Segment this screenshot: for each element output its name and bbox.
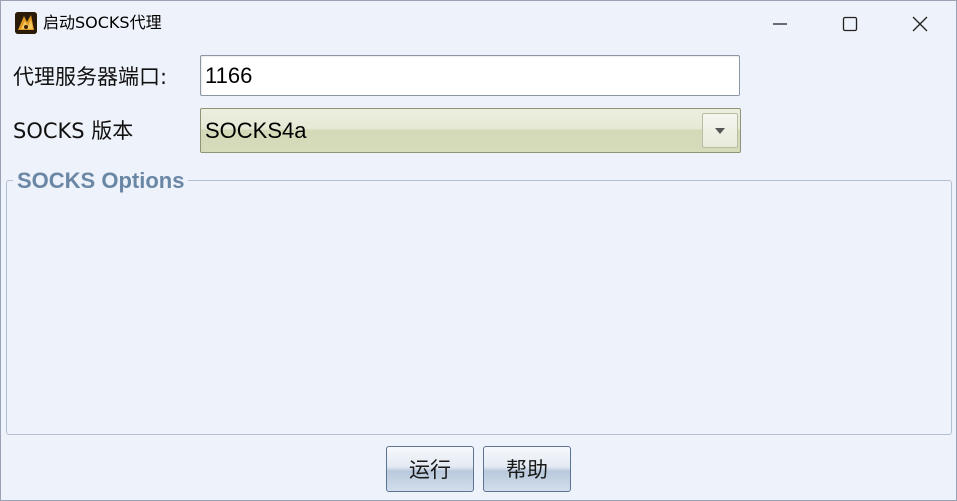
- dropdown-arrow-button[interactable]: [702, 113, 738, 148]
- socks-version-label: SOCKS 版本: [13, 119, 134, 143]
- minimize-button[interactable]: [745, 1, 815, 47]
- socks-options-group: [6, 180, 952, 435]
- run-button[interactable]: 运行: [386, 446, 474, 492]
- socks-options-title: SOCKS Options: [13, 166, 189, 196]
- window-title: 启动SOCKS代理: [43, 13, 162, 32]
- socks-version-value: SOCKS4a: [205, 118, 307, 143]
- chevron-down-icon: [715, 127, 725, 134]
- proxy-port-input[interactable]: [200, 55, 740, 96]
- socks-version-select[interactable]: SOCKS4a: [200, 108, 741, 153]
- app-icon: [15, 12, 37, 34]
- title-bar[interactable]: 启动SOCKS代理: [1, 1, 956, 47]
- maximize-button[interactable]: [815, 1, 885, 47]
- help-button[interactable]: 帮助: [483, 446, 571, 492]
- socks-proxy-dialog: 启动SOCKS代理 代理服务器端口: SOCKS 版本 SOCKS4a: [0, 0, 957, 501]
- close-button[interactable]: [885, 1, 955, 47]
- close-icon: [912, 16, 928, 32]
- minimize-icon: [773, 23, 787, 25]
- maximize-icon: [842, 16, 858, 32]
- proxy-port-label: 代理服务器端口:: [13, 65, 168, 89]
